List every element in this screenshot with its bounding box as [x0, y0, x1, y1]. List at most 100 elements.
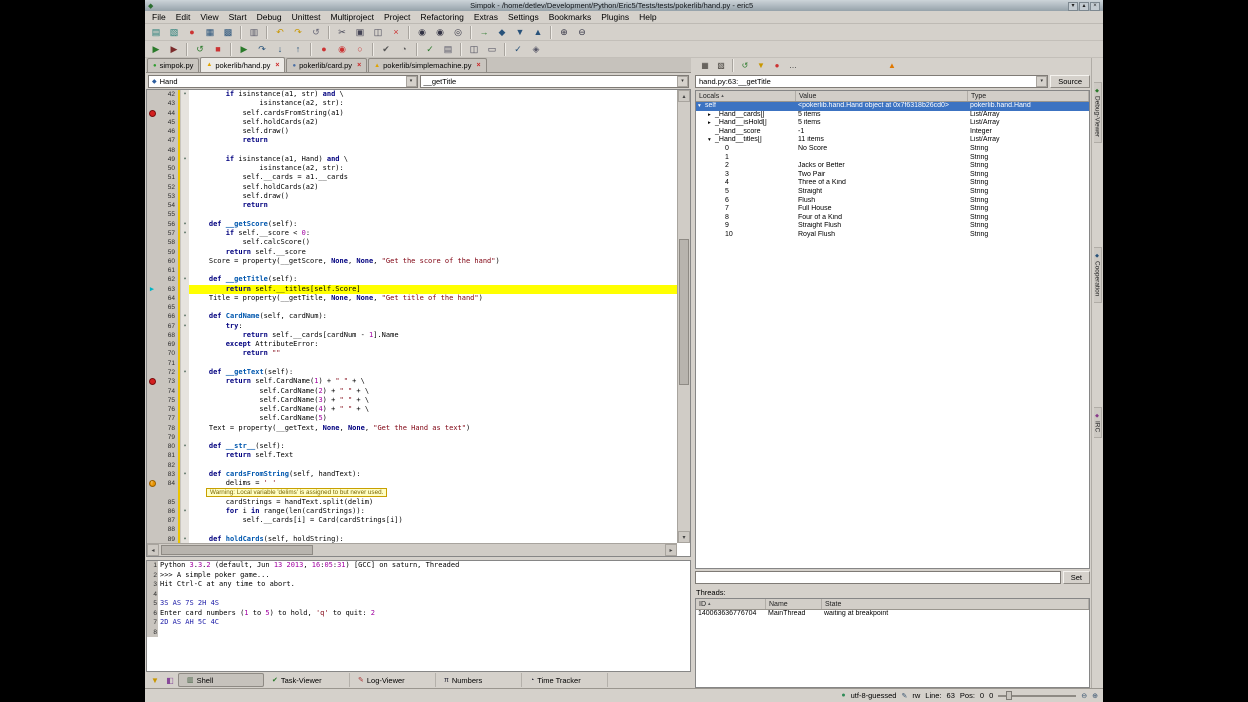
code-text[interactable]: Score = property(__getScore, None, None,…	[189, 257, 677, 266]
refresh-icon[interactable]: ↺	[738, 59, 752, 72]
continue-icon[interactable]: ▶	[236, 42, 252, 57]
window-remove-split-icon[interactable]: ▭	[484, 42, 500, 57]
locals-row[interactable]: ▸_Hand__cards[]5 itemsList/Array	[696, 111, 1089, 120]
bookmark-toggle-icon[interactable]: ◆	[494, 25, 510, 40]
breakpoint-margin[interactable]	[147, 507, 158, 516]
code-text[interactable]: def CardName(self, cardNum):	[189, 312, 677, 321]
debug-project-icon[interactable]: ▶	[166, 42, 182, 57]
locals-row[interactable]: ▸_Hand__isHold[]5 itemsList/Array	[696, 119, 1089, 128]
fold-margin[interactable]	[181, 201, 189, 210]
fold-margin[interactable]	[181, 173, 189, 182]
expand-icon[interactable]: ▸	[708, 111, 715, 120]
code-text[interactable]	[189, 433, 677, 442]
code-text[interactable]: self.draw()	[189, 127, 677, 136]
breakpoint-margin[interactable]	[147, 368, 158, 377]
code-line[interactable]: 43 isinstance(a2, str):	[147, 99, 677, 108]
breakpoint-margin[interactable]	[147, 451, 158, 460]
zoom-slider[interactable]	[998, 691, 1076, 700]
locals-row[interactable]: 10Royal FlushString	[696, 231, 1089, 240]
code-line[interactable]: 64 Title = property(__getTitle, None, No…	[147, 294, 677, 303]
close-tab-icon[interactable]: ×	[275, 62, 279, 69]
code-text[interactable]: self.__cards = a1.__cards	[189, 173, 677, 182]
shell-line[interactable]: 1Python 3.3.2 (default, Jun 13 2013, 16:…	[147, 561, 690, 571]
highlight-icon[interactable]: ◧	[163, 674, 177, 687]
redo-icon[interactable]: ↷	[290, 25, 306, 40]
close-tab-icon[interactable]: ×	[476, 62, 480, 69]
window-split-icon[interactable]: ◫	[466, 42, 482, 57]
breakpoint-margin[interactable]	[147, 238, 158, 247]
code-line[interactable]: 76 self.CardName(4) + " " + \	[147, 405, 677, 414]
breakpoint-margin[interactable]	[147, 109, 158, 118]
breakpoint-margin[interactable]	[147, 396, 158, 405]
locals-row[interactable]: 4Three of a KindString	[696, 179, 1089, 188]
breakpoint-margin[interactable]	[147, 210, 158, 219]
scroll-down-icon[interactable]: ▾	[678, 531, 690, 543]
fold-margin[interactable]: ▾	[181, 90, 189, 99]
fold-margin[interactable]	[181, 479, 189, 488]
preferences-icon[interactable]: ◈	[528, 42, 544, 57]
code-text[interactable]	[189, 266, 677, 275]
code-text[interactable]: return self.__cards[cardNum - 1].Name	[189, 331, 677, 340]
fold-margin[interactable]	[181, 183, 189, 192]
breakpoint-margin[interactable]	[147, 414, 158, 423]
unittest-icon[interactable]: ✔	[378, 42, 394, 57]
breakpoint-margin[interactable]	[147, 136, 158, 145]
locals-row[interactable]: 2Jacks or BetterString	[696, 162, 1089, 171]
code-line[interactable]: 57▾ if self.__score < 0:	[147, 229, 677, 238]
code-line[interactable]: 68 return self.__cards[cardNum - 1].Name	[147, 331, 677, 340]
code-line[interactable]: 83▾ def cardsFromString(self, handText):	[147, 470, 677, 479]
zoom-in-icon[interactable]: ⊕	[1092, 692, 1098, 700]
code-text[interactable]: self.holdCards(a2)	[189, 118, 677, 127]
code-line[interactable]: 51 self.__cards = a1.__cards	[147, 173, 677, 182]
code-text[interactable]: self.cardsFromString(a1)	[189, 109, 677, 118]
variable-input[interactable]	[695, 571, 1061, 584]
menu-extras[interactable]: Extras	[469, 11, 503, 24]
breakpoint-margin[interactable]	[147, 525, 158, 534]
code-text[interactable]: def holdCards(self, holdString):	[189, 535, 677, 543]
replace-icon[interactable]: ◎	[450, 25, 466, 40]
fold-margin[interactable]	[181, 257, 189, 266]
breakpoint-margin[interactable]	[147, 155, 158, 164]
breakpoint-margin[interactable]	[147, 229, 158, 238]
spell-check-icon[interactable]: ✓	[510, 42, 526, 57]
restart-icon[interactable]: ↺	[192, 42, 208, 57]
column-header-value[interactable]: Value	[796, 91, 968, 101]
code-line[interactable]: 49▾ if isinstance(a1, Hand) and \	[147, 155, 677, 164]
code-line[interactable]: 48	[147, 146, 677, 155]
breakpoint-icon[interactable]	[149, 378, 156, 385]
bottom-tab-log-viewer[interactable]: ✎Log-Viewer	[350, 673, 436, 687]
fold-margin[interactable]	[181, 424, 189, 433]
code-line[interactable]: 69 except AttributeError:	[147, 340, 677, 349]
scrollbar-track[interactable]	[159, 544, 665, 556]
breakpoint-margin[interactable]	[147, 303, 158, 312]
maximize-window-button[interactable]: ▴	[1079, 2, 1089, 11]
bottom-tab-task-viewer[interactable]: ✔Task-Viewer	[264, 673, 350, 687]
code-text[interactable]: def __getScore(self):	[189, 220, 677, 229]
cut-icon[interactable]: ✂	[334, 25, 350, 40]
code-text[interactable]: except AttributeError:	[189, 340, 677, 349]
write-permission-icon[interactable]: ✎	[901, 692, 907, 700]
breakpoint-margin[interactable]: ▶	[147, 285, 158, 294]
save-file-icon[interactable]: ▦	[202, 25, 218, 40]
code-text[interactable]: return self.CardName(1) + " " + \	[189, 377, 677, 386]
code-text[interactable]: if isinstance(a1, str) and \	[189, 90, 677, 99]
copy-icon[interactable]: ▣	[352, 25, 368, 40]
fold-margin[interactable]	[181, 377, 189, 386]
zoom-slider-handle[interactable]	[1006, 691, 1012, 700]
code-text[interactable]: if self.__score < 0:	[189, 229, 677, 238]
title-bar[interactable]: ◆ Simpok - /home/detlev/Development/Pyth…	[145, 0, 1103, 11]
code-text[interactable]	[189, 303, 677, 312]
editor-tab-pokerlib-hand-py[interactable]: ▲pokerlib/hand.py×	[200, 57, 285, 72]
fold-margin[interactable]	[181, 266, 189, 275]
sidebar-tab-debug-viewer[interactable]: ◆Debug-Viewer	[1094, 82, 1102, 143]
fold-margin[interactable]	[181, 414, 189, 423]
locals-row[interactable]: 3Two PairString	[696, 171, 1089, 180]
fold-margin[interactable]: ▾	[181, 442, 189, 451]
breakpoint-margin[interactable]	[147, 312, 158, 321]
code-line[interactable]: 75 self.CardName(3) + " " + \	[147, 396, 677, 405]
code-line[interactable]: 87 self.__cards[i] = Card(cardStrings[i]…	[147, 516, 677, 525]
fold-margin[interactable]	[181, 238, 189, 247]
sidebar-tab-cooperation[interactable]: ◆Cooperation	[1094, 247, 1102, 302]
breakpoint-margin[interactable]	[147, 461, 158, 470]
code-line[interactable]: !84 delims = ' '	[147, 479, 677, 488]
